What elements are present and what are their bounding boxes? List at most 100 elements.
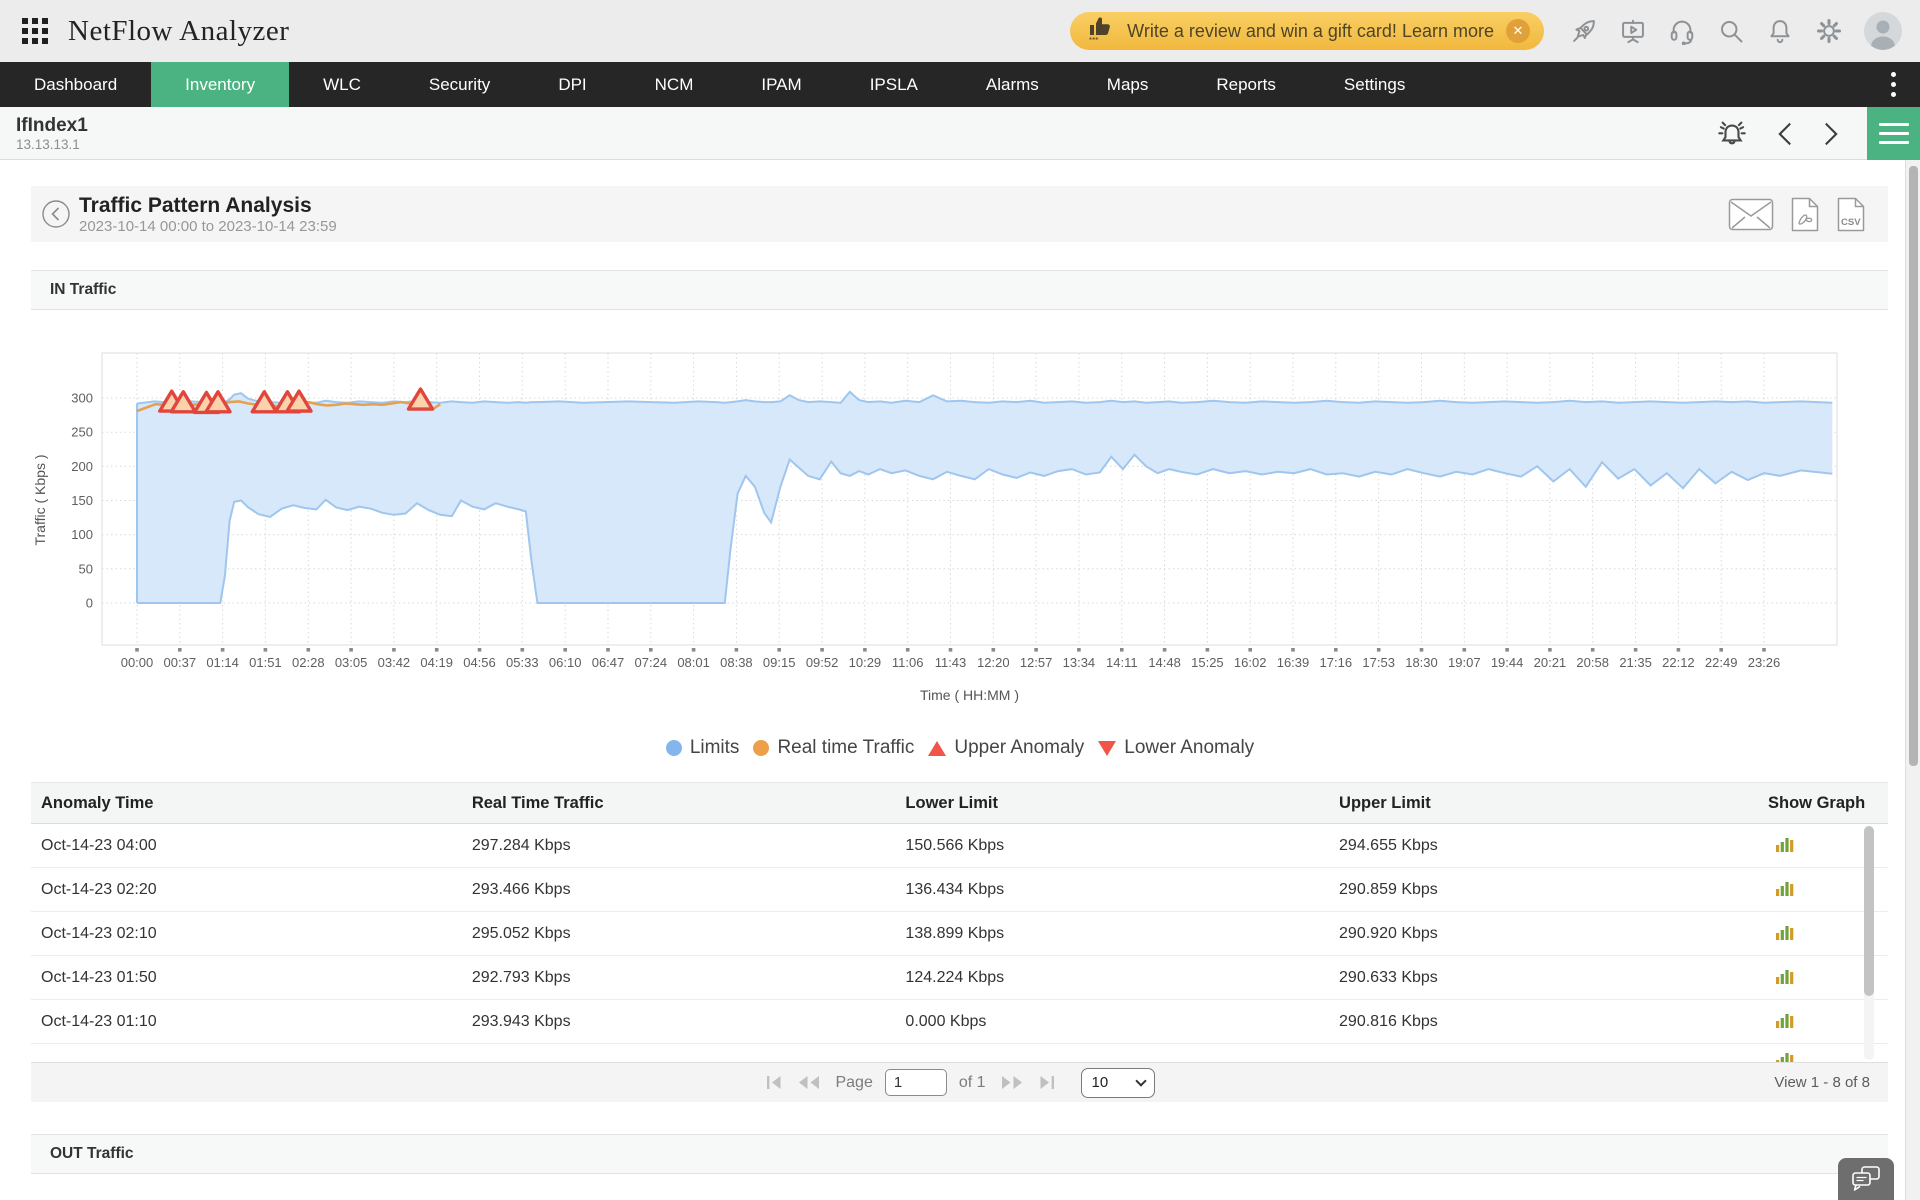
chart-legend: Limits Real time Traffic Upper Anomaly Lowe… (0, 734, 1920, 762)
column-header-lower-limit: Lower Limit (895, 794, 1329, 813)
pdf-export-icon[interactable] (1790, 197, 1820, 232)
table-row[interactable]: Oct-14-23 01:50292.793 Kbps124.224 Kbps2… (31, 956, 1888, 1000)
page-label: Page (835, 1074, 872, 1092)
cell-upper-limit: 290.859 Kbps (1329, 881, 1758, 899)
x-tick-label: 20:21 (1534, 655, 1567, 670)
main-nav: DashboardInventoryWLCSecurityDPINCMIPAMI… (0, 62, 1920, 107)
x-tick-label: 08:01 (677, 655, 710, 670)
nav-item-maps[interactable]: Maps (1073, 62, 1183, 107)
show-graph-icon[interactable] (1776, 1050, 1795, 1062)
next-page-button[interactable] (998, 1075, 1026, 1090)
x-tick-label: 02:28 (292, 655, 325, 670)
prev-page-button[interactable] (795, 1075, 823, 1090)
x-tick-label: 06:47 (592, 655, 625, 670)
table-row[interactable]: Oct-14-23 04:00297.284 Kbps150.566 Kbps2… (31, 824, 1888, 868)
cell-anomaly-time: Oct-14-23 04:00 (31, 837, 462, 855)
cell-anomaly-time: Oct-14-23 01:10 (31, 1013, 462, 1031)
table-row-partial[interactable] (31, 1044, 1888, 1062)
interface-header: IfIndex1 13.13.13.1 (0, 107, 1920, 160)
nav-item-ipam[interactable]: IPAM (727, 62, 835, 107)
section-out-traffic: OUT Traffic (31, 1134, 1888, 1174)
nav-overflow-kebab-icon[interactable] (1866, 62, 1920, 107)
nav-item-alarms[interactable]: Alarms (952, 62, 1073, 107)
prev-chevron-icon[interactable] (1775, 121, 1795, 147)
column-header-anomaly-time: Anomaly Time (31, 794, 462, 813)
review-banner-text[interactable]: Write a review and win a gift card! Lear… (1127, 21, 1494, 42)
search-icon[interactable] (1717, 17, 1745, 45)
close-icon[interactable]: ✕ (1506, 19, 1530, 43)
cell-anomaly-time: Oct-14-23 01:50 (31, 969, 462, 987)
legend-item-upper-anomaly: Upper Anomaly (928, 737, 1084, 759)
apps-grid-icon[interactable] (20, 16, 50, 46)
nav-item-inventory[interactable]: Inventory (151, 62, 289, 107)
column-header-real-time-traffic: Real Time Traffic (462, 794, 896, 813)
x-tick-label: 01:51 (249, 655, 282, 670)
nav-item-ipsla[interactable]: IPSLA (836, 62, 952, 107)
scrollbar-thumb[interactable] (1909, 166, 1918, 766)
x-tick-label: 00:00 (121, 655, 154, 670)
nav-item-security[interactable]: Security (395, 62, 524, 107)
show-graph-icon[interactable] (1776, 967, 1795, 989)
feedback-chat-button[interactable] (1838, 1158, 1894, 1200)
x-tick-label: 14:11 (1106, 655, 1138, 670)
cell-real-time-traffic: 293.943 Kbps (462, 1013, 896, 1031)
x-tick-label: 17:16 (1320, 655, 1353, 670)
nav-item-ncm[interactable]: NCM (621, 62, 728, 107)
report-title: Traffic Pattern Analysis (79, 193, 337, 218)
notifications-bell-icon[interactable] (1766, 17, 1794, 45)
legend-item-limits: Limits (666, 737, 740, 759)
anomaly-table: Anomaly TimeReal Time TrafficLower Limit… (31, 782, 1888, 1102)
show-graph-icon[interactable] (1776, 879, 1795, 901)
rocket-icon[interactable] (1570, 17, 1598, 45)
app-title: NetFlow Analyzer (68, 15, 289, 48)
show-graph-icon[interactable] (1776, 1011, 1795, 1033)
csv-export-icon[interactable]: CSV (1836, 197, 1866, 232)
menu-hamburger-button[interactable] (1867, 107, 1920, 160)
topbar-icons (1570, 12, 1902, 50)
nav-item-wlc[interactable]: WLC (289, 62, 395, 107)
x-tick-label: 19:44 (1491, 655, 1524, 670)
cell-lower-limit: 150.566 Kbps (895, 837, 1329, 855)
x-tick-label: 12:20 (977, 655, 1010, 670)
show-graph-icon[interactable] (1776, 835, 1795, 857)
x-tick-label: 22:49 (1705, 655, 1738, 670)
page-scrollbar[interactable] (1905, 160, 1920, 1200)
cell-upper-limit: 290.633 Kbps (1329, 969, 1758, 987)
page-subtitle-ip: 13.13.13.1 (16, 137, 88, 152)
table-row[interactable]: Oct-14-23 02:20293.466 Kbps136.434 Kbps2… (31, 868, 1888, 912)
nav-item-settings[interactable]: Settings (1310, 62, 1439, 107)
settings-gear-icon[interactable] (1815, 17, 1843, 45)
thumbs-up-icon: *** (1088, 14, 1115, 49)
legend-item-lower-anomaly: Lower Anomaly (1098, 737, 1254, 759)
table-scrollbar[interactable] (1864, 826, 1874, 1060)
table-row[interactable]: Oct-14-23 02:10295.052 Kbps138.899 Kbps2… (31, 912, 1888, 956)
page-title: IfIndex1 (16, 115, 88, 137)
y-tick-label: 50 (79, 561, 93, 576)
x-tick-label: 12:57 (1020, 655, 1053, 670)
view-range-label: View 1 - 8 of 8 (1774, 1063, 1870, 1103)
show-graph-icon[interactable] (1776, 923, 1795, 945)
legend-item-real-time-traffic: Real time Traffic (753, 737, 914, 759)
legend-label: Real time Traffic (777, 737, 914, 759)
nav-item-dashboard[interactable]: Dashboard (0, 62, 151, 107)
page-size-select[interactable]: 10 (1081, 1068, 1155, 1098)
table-header-row: Anomaly TimeReal Time TrafficLower Limit… (31, 782, 1888, 824)
email-icon[interactable] (1728, 198, 1774, 231)
user-avatar[interactable] (1864, 12, 1902, 50)
support-headset-icon[interactable] (1668, 17, 1696, 45)
x-tick-label: 10:29 (849, 655, 882, 670)
cell-real-time-traffic: 293.466 Kbps (462, 881, 896, 899)
page-number-input[interactable] (885, 1069, 947, 1096)
last-page-button[interactable] (1036, 1075, 1057, 1090)
traffic-pattern-chart: 05010015020025030000:0000:3701:1401:5102… (31, 310, 1888, 710)
review-banner[interactable]: *** Write a review and win a gift card! … (1070, 12, 1544, 50)
column-header-show-graph: Show Graph (1758, 794, 1888, 813)
alarm-bell-icon[interactable] (1715, 117, 1749, 151)
demo-video-icon[interactable] (1619, 17, 1647, 45)
nav-item-reports[interactable]: Reports (1182, 62, 1310, 107)
first-page-button[interactable] (764, 1075, 785, 1090)
back-icon[interactable] (41, 199, 71, 229)
nav-item-dpi[interactable]: DPI (524, 62, 620, 107)
next-chevron-icon[interactable] (1821, 121, 1841, 147)
table-row[interactable]: Oct-14-23 01:10293.943 Kbps0.000 Kbps290… (31, 1000, 1888, 1044)
